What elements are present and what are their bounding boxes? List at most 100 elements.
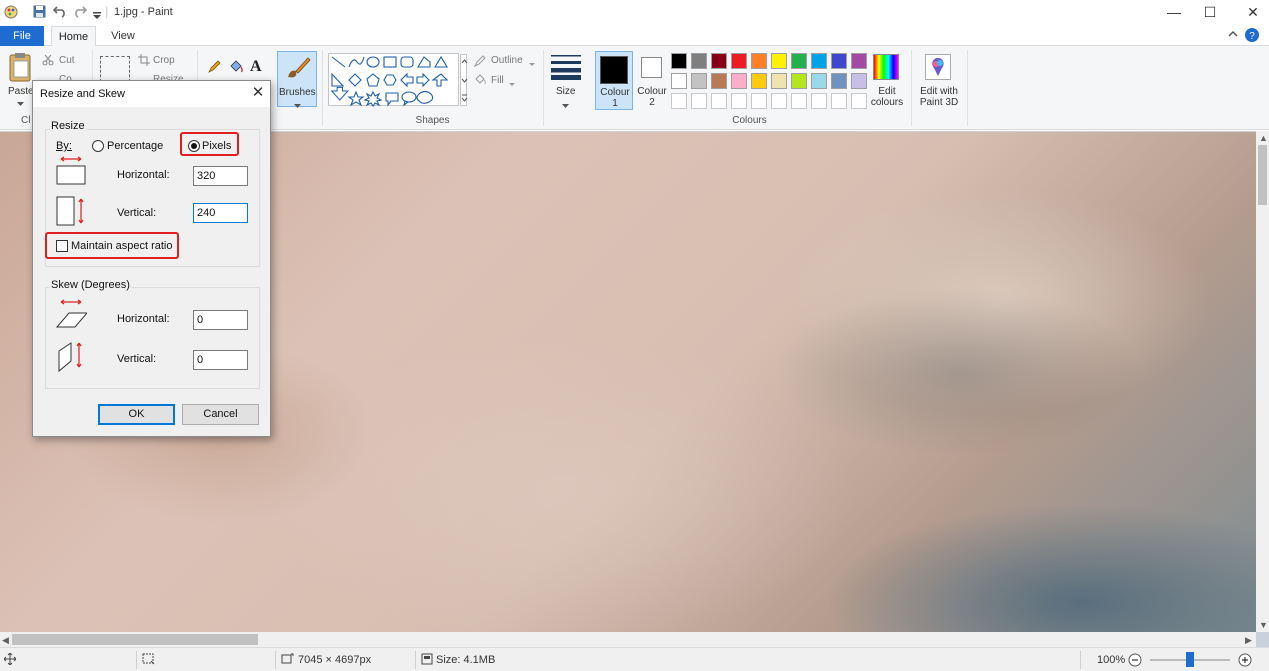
palette-swatch[interactable] [671,53,687,69]
resize-vertical-input[interactable]: 240 [193,203,248,223]
customize-icon[interactable] [93,8,101,23]
palette-swatch[interactable] [711,53,727,69]
ok-button[interactable]: OK [98,404,175,425]
fill-bucket-icon[interactable] [229,60,244,77]
vertical-scroll-thumb[interactable] [1258,145,1267,205]
zoom-level: 100% [1097,654,1126,666]
palette-swatch[interactable] [731,53,747,69]
group-separator [911,50,912,126]
palette-swatch[interactable] [771,53,787,69]
cut-label[interactable]: Cut [59,55,75,66]
palette-swatch[interactable] [731,73,747,89]
palette-swatch-empty[interactable] [671,93,687,109]
palette-swatch[interactable] [831,53,847,69]
percentage-label[interactable]: Percentage [107,140,163,152]
palette-swatch[interactable] [831,73,847,89]
scroll-left-icon[interactable]: ◀ [2,635,9,646]
paint-app-icon[interactable] [4,5,18,22]
colours-group-label: Colours [732,115,767,126]
help-icon[interactable]: ? [1244,27,1260,46]
palette-swatch[interactable] [851,53,867,69]
shapes-gallery[interactable] [328,53,459,107]
size-icon[interactable] [551,54,581,83]
save-icon[interactable] [33,5,46,21]
palette-swatch[interactable] [751,73,767,89]
palette-swatch-empty[interactable] [751,93,767,109]
redo-icon[interactable] [73,5,88,21]
outline-label[interactable]: Outline [491,55,523,66]
paste-dropdown-icon[interactable] [17,98,24,110]
skew-horizontal-icon [55,299,89,332]
palette-swatch-empty[interactable] [771,93,787,109]
size-dropdown-icon[interactable] [562,100,569,112]
zoom-in-icon[interactable] [1238,653,1252,670]
file-size: Size: 4.1MB [436,654,496,666]
percentage-radio[interactable] [92,140,104,152]
resize-horizontal-input[interactable]: 320 [193,166,248,186]
tab-file[interactable]: File [0,26,44,46]
palette-swatch-empty[interactable] [691,93,707,109]
fill-label[interactable]: Fill [491,75,504,86]
outline-icon[interactable] [473,55,487,70]
palette-swatch-empty[interactable] [711,93,727,109]
palette-swatch[interactable] [791,53,807,69]
palette-swatch[interactable] [851,73,867,89]
palette-swatch[interactable] [811,53,827,69]
palette-swatch[interactable] [671,73,687,89]
close-button[interactable]: ✕ [1230,0,1269,26]
fill-icon[interactable] [474,74,488,89]
select-icon[interactable] [100,56,130,82]
palette-swatch[interactable] [711,73,727,89]
paste-label[interactable]: Paste [8,86,34,97]
palette-swatch-empty[interactable] [791,93,807,109]
cancel-button[interactable]: Cancel [182,404,259,425]
vertical-scrollbar[interactable] [1256,131,1269,632]
undo-icon[interactable] [52,5,67,21]
outline-dropdown-icon[interactable] [529,58,535,70]
status-separator [275,651,276,669]
skew-horizontal-input[interactable]: 0 [193,310,248,330]
collapse-ribbon-icon[interactable] [1228,29,1238,42]
scroll-right-icon[interactable]: ▶ [1245,635,1252,646]
zoom-out-icon[interactable] [1128,653,1142,670]
paste-icon[interactable] [8,52,32,85]
palette-swatch-empty[interactable] [811,93,827,109]
scroll-up-icon[interactable]: ▲ [1259,133,1268,143]
selection-size-icon [142,653,155,668]
palette-swatch[interactable] [791,73,807,89]
brushes-button[interactable]: Brushes [277,51,317,108]
edit-colours-label[interactable]: Edit colours [868,86,906,108]
skew-vertical-input[interactable]: 0 [193,350,248,370]
fill-dropdown-icon[interactable] [509,78,515,90]
size-label[interactable]: Size [556,86,575,97]
palette-swatch[interactable] [691,73,707,89]
palette-swatch-empty[interactable] [851,93,867,109]
tab-home[interactable]: Home [51,26,96,47]
horizontal-scroll-thumb[interactable] [12,634,258,645]
palette-swatch[interactable] [811,73,827,89]
palette-swatch[interactable] [771,73,787,89]
maximize-button[interactable]: ☐ [1187,0,1233,26]
tab-view[interactable]: View [103,26,143,46]
colour2-swatch[interactable] [641,57,662,78]
palette-swatch[interactable] [691,53,707,69]
colour2-label[interactable]: Colour 2 [635,86,669,108]
crop-label[interactable]: Crop [153,55,175,66]
palette-swatch-empty[interactable] [731,93,747,109]
palette-swatch-empty[interactable] [831,93,847,109]
shapes-scrollbar[interactable] [460,54,468,106]
colour1-button[interactable]: Colour 1 [595,51,633,110]
cut-icon[interactable] [42,54,54,69]
edit-paint3d-label[interactable]: Edit with Paint 3D [914,86,964,108]
dialog-title: Resize and Skew [40,88,125,100]
svg-text:?: ? [1249,31,1255,42]
edit-colours-icon[interactable] [873,54,899,80]
dialog-close-button[interactable]: ✕ [248,84,268,104]
zoom-slider-thumb[interactable] [1186,652,1194,667]
paint3d-icon[interactable] [925,54,951,80]
palette-swatch[interactable] [751,53,767,69]
text-tool-icon[interactable]: A [250,58,262,76]
pencil-icon[interactable] [207,60,221,77]
scroll-down-icon[interactable]: ▼ [1259,620,1268,630]
crop-icon[interactable] [138,54,150,69]
